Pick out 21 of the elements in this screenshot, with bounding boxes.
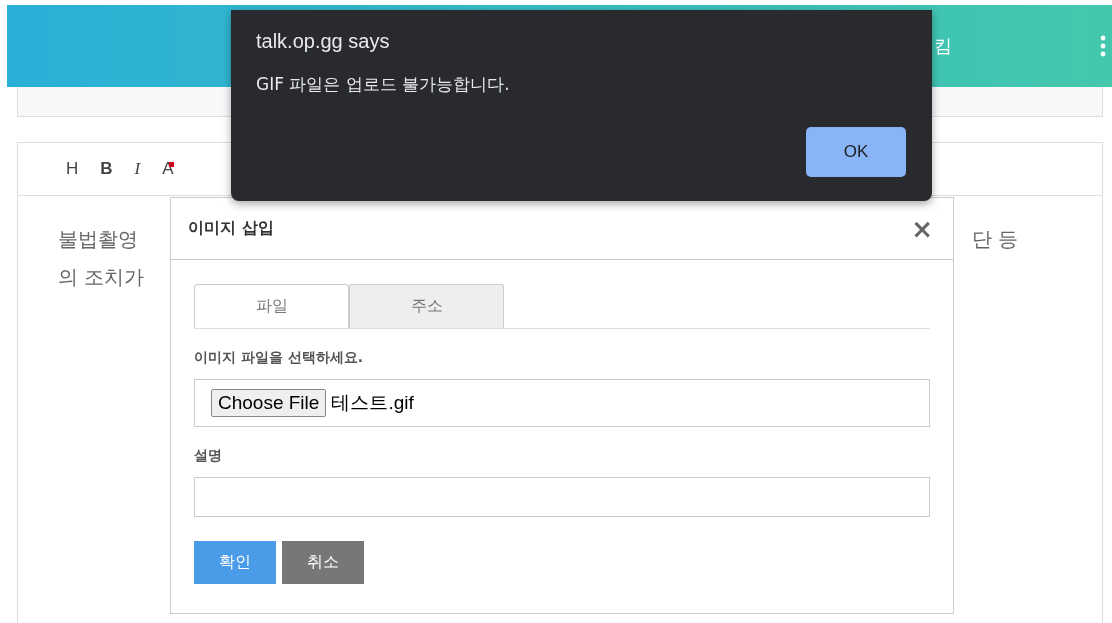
choose-file-button[interactable]: Choose File: [211, 389, 327, 417]
description-input-field[interactable]: [194, 477, 930, 517]
editor-text: 의 조치가: [58, 264, 145, 291]
alert-title: talk.op.gg says: [256, 30, 391, 53]
italic-tool-button[interactable]: I: [134, 159, 141, 179]
editor-text: 단 등: [971, 226, 1018, 253]
ok-button[interactable]: OK: [806, 127, 906, 177]
alert-message: GIF 파일은 업로드 불가능합니다.: [256, 73, 511, 96]
dialog-title: 이미지 삽입: [188, 218, 274, 239]
bold-tool-button[interactable]: B: [100, 159, 113, 179]
dialog-tab[interactable]: 파일: [194, 284, 349, 328]
close-button[interactable]: ×: [911, 216, 933, 241]
more-menu-icon[interactable]: [1100, 35, 1106, 57]
cancel-button[interactable]: 취소: [282, 541, 364, 584]
file-input-field[interactable]: Choose File 테스트.gif: [194, 379, 930, 427]
editor-text: 불법촬영: [58, 226, 139, 253]
field-label: 설명: [194, 447, 223, 465]
field-label: 이미지 파일을 선택하세요.: [194, 349, 365, 367]
heading-tool-button[interactable]: H: [66, 159, 79, 179]
dialog-tab[interactable]: 주소: [349, 284, 504, 328]
file-name: 테스트.gif: [331, 391, 414, 415]
